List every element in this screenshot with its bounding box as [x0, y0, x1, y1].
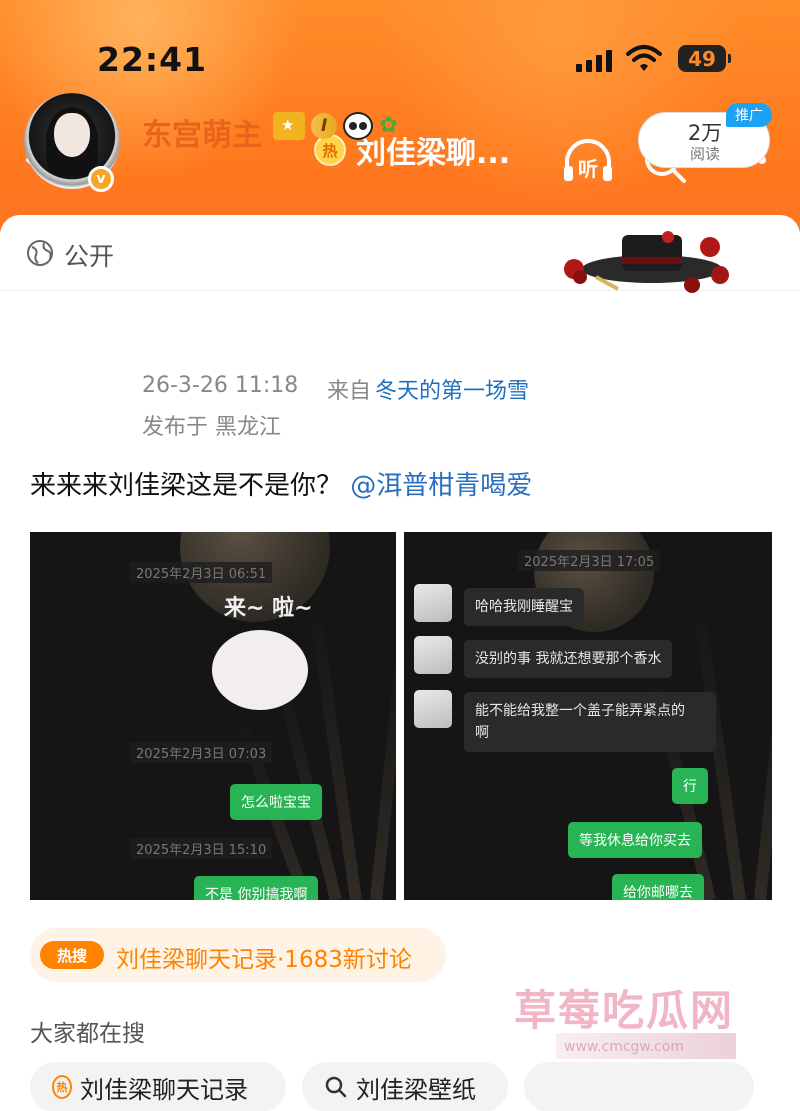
chat-message-outgoing: 行 [672, 768, 708, 804]
post-text: 来来来刘佳梁这是不是你？ @洱普柑青喝爱 [30, 465, 532, 502]
hot-icon: 热 [52, 1075, 72, 1099]
battery-icon: 49 [678, 45, 731, 72]
crown-icon [273, 112, 305, 140]
watermark: 草莓吃瓜网 [514, 986, 735, 1035]
panda-icon [343, 112, 374, 140]
search-section-title: 大家都在搜 [30, 1021, 145, 1047]
post-source[interactable]: 冬天的第一场雪 [375, 373, 529, 405]
chat-message-outgoing: 等我休息给你买去 [568, 822, 702, 858]
read-label: 阅读 [689, 145, 720, 163]
status-time: 22:41 [97, 40, 208, 79]
visibility-label: 公开 [64, 242, 115, 271]
listen-label: 听 [578, 157, 598, 181]
chat-message-outgoing: 给你邮哪去 [612, 874, 704, 900]
level-badge: I [311, 113, 338, 139]
chat-message-incoming: 能不能给我整一个盖子能弄紧点的 啊 [464, 692, 716, 752]
chat-screenshot-right[interactable]: 2025年2月3日 17:05 哈哈我刚睡醒宝 没别的事 我就还想要那个香水 能… [404, 532, 772, 900]
hot-search-icon: 热搜 [40, 941, 104, 969]
sprout-icon: ✿ [379, 113, 398, 138]
chat-message-incoming: 没别的事 我就还想要那个香水 [464, 640, 673, 678]
search-chip-label: 刘佳梁壁纸 [356, 1075, 476, 1104]
chat-avatar [414, 584, 452, 622]
hot-search-tag[interactable]: 热搜 刘佳梁聊天记录·1683新讨论 [30, 928, 446, 982]
chat-timestamp: 2025年2月3日 15:10 [130, 838, 273, 859]
mention-link[interactable]: @洱普柑青喝爱 [350, 471, 532, 501]
listen-icon[interactable]: 听 [561, 138, 615, 184]
chat-timestamp: 2025年2月3日 07:03 [130, 742, 273, 763]
chat-message-outgoing: 怎么啦宝宝 [230, 784, 322, 820]
chat-avatar [414, 690, 452, 728]
hat-decoration-icon [564, 231, 729, 293]
post-time: 26-3-26 11:18 [142, 373, 299, 398]
cellular-signal-icon [576, 50, 612, 72]
visibility-row: 公开 [0, 215, 800, 293]
author-badges: I ✿ [273, 112, 403, 140]
chat-screenshot-left[interactable]: 2025年2月3日 06:51 来~ 啦~ 2025年2月3日 07:03 怎么… [30, 532, 396, 900]
promo-badge[interactable]: 推广 [726, 103, 772, 127]
author-name[interactable]: 东宫萌主 [142, 110, 262, 154]
verified-icon: v [88, 166, 114, 192]
chat-message-incoming: 哈哈我刚睡醒宝 [464, 588, 584, 626]
globe-icon [27, 240, 53, 266]
chat-timestamp: 2025年2月3日 17:05 [518, 550, 661, 571]
search-chip[interactable]: 热 刘佳梁聊天记录 [30, 1062, 286, 1111]
search-chip-partial[interactable] [524, 1062, 754, 1111]
search-chip-label: 刘佳梁聊天记录 [80, 1075, 248, 1104]
chat-message-outgoing: 不是 你别搞我啊 [194, 876, 319, 900]
watermark-url: www.cmcgw.com [564, 1039, 684, 1055]
sticker-text: 来~ 啦~ [224, 596, 313, 621]
search-icon [325, 1076, 347, 1098]
wifi-icon [626, 45, 662, 71]
post-body: 来来来刘佳梁这是不是你？ [30, 471, 343, 501]
chat-timestamp: 2025年2月3日 06:51 [130, 562, 273, 583]
chat-avatar [414, 636, 452, 674]
search-chip[interactable]: 刘佳梁壁纸 [302, 1062, 508, 1111]
bunny-sticker: 来~ 啦~ [208, 590, 328, 718]
post-location: 发布于 黑龙江 [142, 415, 281, 440]
post-from-prefix: 来自 [327, 379, 372, 404]
hot-search-text: 刘佳梁聊天记录·1683新讨论 [116, 947, 412, 973]
